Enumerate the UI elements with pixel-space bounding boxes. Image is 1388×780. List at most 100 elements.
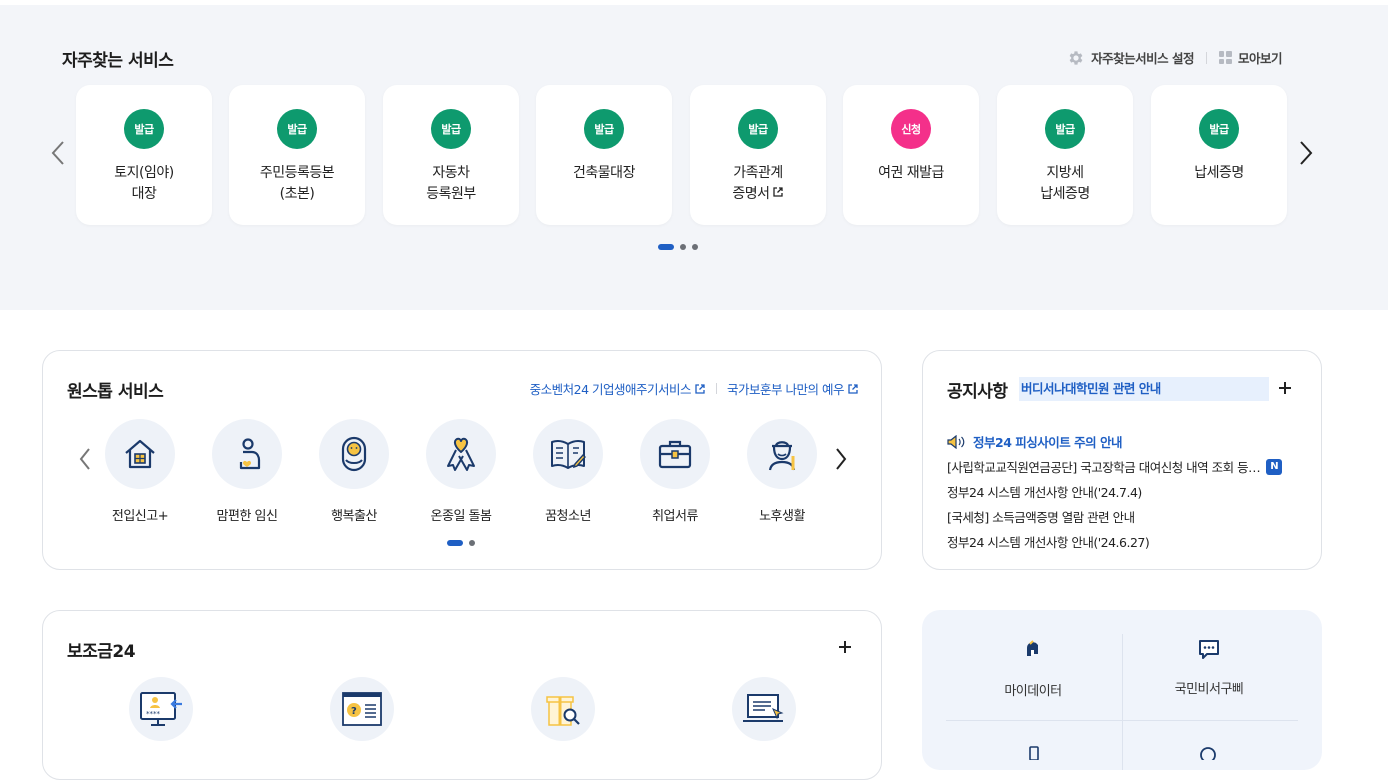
favorites-collect-button[interactable]: 모아보기 [1218,48,1283,67]
divider [716,383,718,394]
favorite-card-label: 주민등록등본 (초본) [229,163,365,205]
favorite-card-label: 자동차등록원부 [383,163,519,205]
favorite-card-line: 증명서 [690,184,826,205]
onestop-next-button[interactable] [829,439,853,479]
onestop-item-job-docs[interactable]: 취업서류 [630,419,720,524]
onestop-item-label: 노후생활 [759,509,805,524]
onestop-item-move-in[interactable]: 전입신고+ [95,419,185,524]
issue-badge: 발급 [584,109,624,149]
favorite-card-line-text: 납세증명 [1040,186,1090,202]
quick-item-mydata[interactable]: 마이데이터 [946,638,1120,699]
apply-badge: 신청 [891,109,931,149]
help-icon[interactable] [1200,746,1216,760]
favorite-card-line-text: 증명서 [732,186,770,202]
grid-icon [1218,51,1232,64]
speaker-icon [947,434,965,449]
page-dot[interactable] [469,540,475,546]
chevron-right-icon [836,448,847,470]
notice-item[interactable]: 정부24 시스템 개선사항 안내('24.6.27) [947,529,1297,554]
favorite-card-line: 등록원부 [383,184,519,205]
issue-badge: 발급 [1045,109,1085,149]
quick-panel: 마이데이터 국민비서구삐 [922,610,1322,770]
svg-text:?: ? [351,706,357,717]
page-dot[interactable] [680,244,686,250]
favorite-card-line: 지방세 [1046,165,1084,181]
favorite-card-line: 가족관계 [733,165,783,181]
favorite-card-line: 대장 [76,184,212,205]
link-label: 중소벤처24 기업생애주기서비스 [529,382,692,397]
favorite-card[interactable]: 신청여권 재발급 [843,85,979,225]
page-dot[interactable] [692,244,698,250]
page-dot[interactable] [658,244,674,250]
favorites-collect-label: 모아보기 [1237,51,1283,66]
favorite-card-line: (초본) [229,184,365,205]
onestop-item-label: 전입신고+ [111,509,169,524]
gift-search-icon[interactable] [531,677,595,741]
favorite-card[interactable]: 발급주민등록등본 (초본) [229,85,365,225]
favorite-card-label: 토지(임야) 대장 [76,163,212,205]
favorite-card-line: 주민등록등본 [259,165,335,181]
onestop-link-veterans[interactable]: 국가보훈부 나만의 예우 [727,379,859,398]
house-icon [105,419,175,489]
favorite-card[interactable]: 발급지방세납세증명 [997,85,1133,225]
favorite-card-line: 납세증명 [1194,165,1244,181]
onestop-item-care[interactable]: 온종일 돌봄 [416,419,506,524]
phone-icon[interactable] [1028,746,1040,760]
book-icon [533,419,603,489]
issue-badge: 발급 [124,109,164,149]
favorite-card[interactable]: 발급 납세증명 [1151,85,1287,225]
notice-item[interactable]: 정부24 피싱사이트 주의 안내 [947,429,1297,454]
quick-item-label: 국민비서구삐 [1174,682,1244,697]
subsidy-more-button[interactable] [836,638,854,656]
favorite-card[interactable]: 발급토지(임야) 대장 [76,85,212,225]
ribbon-icon [426,419,496,489]
favorite-card-line-text: 등록원부 [426,186,476,202]
svg-text:****: **** [146,710,161,718]
favorite-card-label: 가족관계증명서 [690,163,826,205]
favorites-next-button[interactable] [1294,133,1318,173]
favorite-card-line: 여권 재발급 [878,165,944,181]
favorite-card[interactable]: 발급가족관계증명서 [690,85,826,225]
link-label: 국가보훈부 나만의 예우 [727,382,844,397]
onestop-item-label: 취업서류 [652,509,698,524]
laptop-click-icon[interactable] [732,677,796,741]
quick-item-assistant[interactable]: 국민비서구삐 [1122,638,1296,697]
favorite-card-line: 자동차 [432,165,470,181]
favorites-prev-button[interactable] [46,133,70,173]
onestop-prev-button[interactable] [73,439,97,479]
onestop-item-pregnancy[interactable]: 맘편한 임신 [202,419,292,524]
notice-panel: 공지사항 버디서나대학민원 관련 안내 정부24 피싱사이트 주의 안내 [사립… [922,350,1322,570]
notice-more-button[interactable] [1276,379,1294,397]
notice-list: 정부24 피싱사이트 주의 안내 [사립학교교직원연금공단] 국고장학금 대여신… [947,429,1297,554]
chat-icon [1199,640,1219,659]
chevron-left-icon [79,448,90,470]
favorite-card-label: 여권 재발급 [843,163,979,184]
favorites-settings-button[interactable]: 자주찾는서비스 설정 [1067,48,1194,67]
favorite-card[interactable]: 발급 건축물대장 [536,85,672,225]
favorite-card[interactable]: 발급 자동차 등록원부 [383,85,519,225]
elder-icon [747,419,817,489]
notice-item-text: 정부24 시스템 개선사항 안내('24.7.4) [947,485,1142,500]
notice-item-text: [사립학교교직원연금공단] 국고장학금 대여신청 내역 조회 등… [947,460,1261,475]
issue-badge: 발급 [277,109,317,149]
onestop-link-venture[interactable]: 중소벤처24 기업생애주기서비스 [530,379,706,398]
onestop-item-birth[interactable]: 행복출산 [309,419,399,524]
onestop-item-youth[interactable]: 꿈청소년 [523,419,613,524]
favorites-tools: 자주찾는서비스 설정 모아보기 [1067,48,1283,67]
notice-item[interactable]: [사립학교교직원연금공단] 국고장학금 대여신청 내역 조회 등… N [947,454,1297,479]
notice-item[interactable]: [국세청] 소득금액증명 열람 관련 안내 [947,504,1297,529]
notice-ticker[interactable]: 버디서나대학민원 관련 안내 [1019,377,1269,401]
notice-item[interactable]: 정부24 시스템 개선사항 안내('24.7.4) [947,479,1297,504]
external-link-icon [772,187,783,197]
mydata-icon [1027,640,1038,656]
favorite-card-line-text: 대장 [131,186,157,202]
monitor-password-icon[interactable]: **** [129,677,193,741]
subsidy-panel: 보조금24 **** ? [42,610,882,780]
onestop-pagination [447,540,475,546]
baby-icon [319,419,389,489]
page-dot[interactable] [447,540,463,546]
favorites-pagination [658,244,698,250]
issue-badge: 발급 [738,109,778,149]
onestop-item-elder[interactable]: 노후생활 [737,419,827,524]
question-document-icon[interactable]: ? [330,677,394,741]
